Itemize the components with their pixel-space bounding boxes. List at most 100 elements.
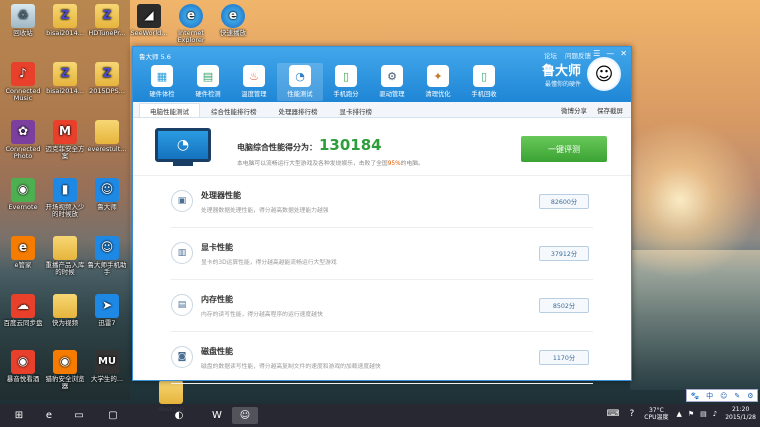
desktop-icon[interactable]: ♻ 回收站 xyxy=(2,4,44,50)
tool-icon: ✦ xyxy=(427,65,449,87)
taskbar: ⊞ e ▭ ▢ ◐ W ☺ ⌨ ? 37°C CPU温度 ▲ ⚑ ▤ ♪ 21:… xyxy=(0,404,760,427)
tool-3[interactable]: ♨ 温度管理 xyxy=(231,63,277,101)
tab-gpu-ranking[interactable]: 显卡排行榜 xyxy=(329,103,384,117)
desktop-icon-image: ◢ xyxy=(137,4,161,28)
perf-item: ▤ 内存性能 内存的读写性能，得分越高程序的运行速度越快 8502分 xyxy=(171,280,593,332)
desktop-icon[interactable]: ✿ Connected Photo xyxy=(2,120,44,166)
tool-5[interactable]: ▯ 手机跑分 xyxy=(323,63,369,101)
desktop-icon-image xyxy=(95,120,119,144)
perf-item-score[interactable]: 8502分 xyxy=(539,298,589,313)
desktop-icon-label: Internet Explorer xyxy=(177,29,205,45)
tool-icon: ▤ xyxy=(197,65,219,87)
desktop-icon[interactable]: ◢ SeeWorld... xyxy=(128,4,170,50)
desktop-icon[interactable]: Z 2015DPS... xyxy=(86,62,128,108)
perf-item: ◙ 磁盘性能 磁盘的数据读写性能，得分越高复制文件的速度和游戏的加载速度越快 1170… xyxy=(171,332,593,384)
desktop-icon-label: 鲁大师 xyxy=(97,203,117,211)
window-header: 鲁大师 5.6 论坛 问题反馈 ☰ — ✕ ▦ 硬件体检 ▤ 硬件检测 ♨ 温度管理 ◔ 性能… xyxy=(133,47,631,102)
desktop-icon-label: SeeWorld... xyxy=(130,29,168,37)
desktop-icon-image: ☺ xyxy=(95,236,119,260)
desktop-icon[interactable]: ♪ Connected Music xyxy=(2,62,44,108)
tool-1[interactable]: ▦ 硬件体检 xyxy=(139,63,185,101)
desktop-icon[interactable]: Zbisai2014... xyxy=(44,62,86,108)
desktop-icon[interactable]: ☺ 鲁大师 xyxy=(86,178,128,224)
tab-cpu-ranking[interactable]: 处理器排行榜 xyxy=(268,103,329,117)
desktop-icon[interactable]: ◉ Evernote xyxy=(2,178,44,224)
tool-label: 驱动管理 xyxy=(379,91,405,98)
desktop-icon[interactable]: MU 大学生的... xyxy=(86,350,128,396)
desktop-icon-image: ♻ xyxy=(11,4,35,28)
tool-label: 温度管理 xyxy=(241,91,267,98)
tool-4[interactable]: ◔ 性能测试 xyxy=(277,63,323,101)
one-click-test-button[interactable]: 一键评测 xyxy=(521,136,607,162)
desktop-icon[interactable]: ◉ 猎豹安全浏览器 xyxy=(44,350,86,396)
desktop-icon-image: ▮ xyxy=(53,178,77,202)
app-taskbar-icon[interactable]: ▢ xyxy=(100,407,126,424)
desktop-icon[interactable]: ☁ 百度云同步盘 xyxy=(2,294,44,340)
desktop-icon[interactable]: e e管家 xyxy=(2,236,44,282)
tool-label: 手机回收 xyxy=(471,91,497,98)
tray-arrow-icon[interactable]: ▲ xyxy=(676,410,681,418)
desktop-icon[interactable]: 快为视频 xyxy=(44,294,86,340)
perf-item-score[interactable]: 1170分 xyxy=(539,350,589,365)
start-button[interactable]: ⊞ xyxy=(6,407,32,424)
qq-taskbar-icon[interactable]: ◐ xyxy=(166,407,192,424)
network-icon[interactable]: ▤ xyxy=(700,410,707,418)
weibo-share-button[interactable]: 微博分享 xyxy=(561,105,587,115)
tool-7[interactable]: ✦ 清理优化 xyxy=(415,63,461,101)
tab-overall-ranking[interactable]: 综合性能排行榜 xyxy=(200,103,268,117)
ime-mode[interactable]: 中 xyxy=(706,391,713,401)
desktop-icon[interactable]: M 迈克菲安全方案 xyxy=(44,120,86,166)
brand: 鲁大师 最懂你的硬件 ☺ xyxy=(542,57,621,91)
desktop-icon-label: bisai2014... xyxy=(46,87,84,95)
desktop-icon[interactable]: ☺ 鲁大师手机助手 xyxy=(86,236,128,282)
desktop-icon[interactable]: ➤ 迅雷7 xyxy=(86,294,128,340)
cpu-temp[interactable]: 37°C CPU温度 xyxy=(644,407,668,421)
desktop-icon-image xyxy=(53,236,77,260)
desktop-icon-image: Z xyxy=(53,4,77,28)
flag-icon[interactable]: ⚑ xyxy=(688,410,694,418)
desktop-icon[interactable]: Zbisai2014... xyxy=(44,4,86,50)
perf-item-score[interactable]: 37912分 xyxy=(539,246,589,261)
desktop-icon-label: HDTunePr... xyxy=(88,29,126,37)
ludashi-taskbar-icon[interactable]: ☺ xyxy=(232,407,258,424)
desktop-icon-image: ◉ xyxy=(11,350,35,374)
desktop-icon[interactable]: 重播产品入库的时候 xyxy=(44,236,86,282)
emoji-icon[interactable]: ☺ xyxy=(720,392,727,400)
desktop-icon[interactable]: e 快速播放 xyxy=(212,4,254,50)
desktop-icon-image: e xyxy=(179,4,203,28)
desktop-icon[interactable]: everestult... xyxy=(86,120,128,166)
desktop-icon[interactable]: ▮ 开场视频入少的时候放 xyxy=(44,178,86,224)
settings-icon[interactable]: ⚙ xyxy=(747,392,753,400)
desktop-icon-image: M xyxy=(53,120,77,144)
desktop-icon[interactable]: ◉ 暴音悦看酒 xyxy=(2,350,44,396)
clock[interactable]: 21:20 2015/1/28 xyxy=(725,406,756,422)
explorer-taskbar-icon[interactable]: ▭ xyxy=(66,407,92,424)
word-taskbar-icon[interactable]: W xyxy=(204,407,230,424)
system-tray: ⌨ ? 37°C CPU温度 ▲ ⚑ ▤ ♪ 21:20 2015/1/28 xyxy=(606,406,756,422)
desktop-icon-image: ☺ xyxy=(95,178,119,202)
tool-6[interactable]: ⚙ 驱动管理 xyxy=(369,63,415,101)
desktop-icon-image: Z xyxy=(95,62,119,86)
tab-pc-performance[interactable]: 电脑性能测试 xyxy=(139,103,200,117)
desktop-icon-image: Z xyxy=(95,4,119,28)
close-icon[interactable]: ✕ xyxy=(620,49,627,58)
keyboard-icon[interactable]: ⌨ xyxy=(606,409,619,419)
paw-icon[interactable]: 🐾 xyxy=(690,392,699,400)
ime-toolbar: 🐾 中 ☺ ✎ ⚙ xyxy=(686,389,758,402)
save-screenshot-button[interactable]: 保存截屏 xyxy=(597,105,623,115)
desktop-icon[interactable]: Z HDTunePr... xyxy=(86,4,128,50)
help-icon[interactable]: ? xyxy=(629,409,634,419)
tool-icon: ⚙ xyxy=(381,65,403,87)
pen-icon[interactable]: ✎ xyxy=(734,392,740,400)
tool-label: 清理优化 xyxy=(425,91,451,98)
desktop-icon[interactable]: e Internet Explorer xyxy=(170,4,212,50)
tool-icon: ▦ xyxy=(151,65,173,87)
tool-label: 手机跑分 xyxy=(333,91,359,98)
desktop-icon-label: 百度云同步盘 xyxy=(3,319,43,327)
tool-2[interactable]: ▤ 硬件检测 xyxy=(185,63,231,101)
ie-taskbar-icon[interactable]: e xyxy=(36,407,62,424)
volume-icon[interactable]: ♪ xyxy=(713,410,717,418)
perf-item-score[interactable]: 82600分 xyxy=(539,194,589,209)
tool-8[interactable]: ▯ 手机回收 xyxy=(461,63,507,101)
perf-item-name: 显卡性能 xyxy=(201,243,233,252)
